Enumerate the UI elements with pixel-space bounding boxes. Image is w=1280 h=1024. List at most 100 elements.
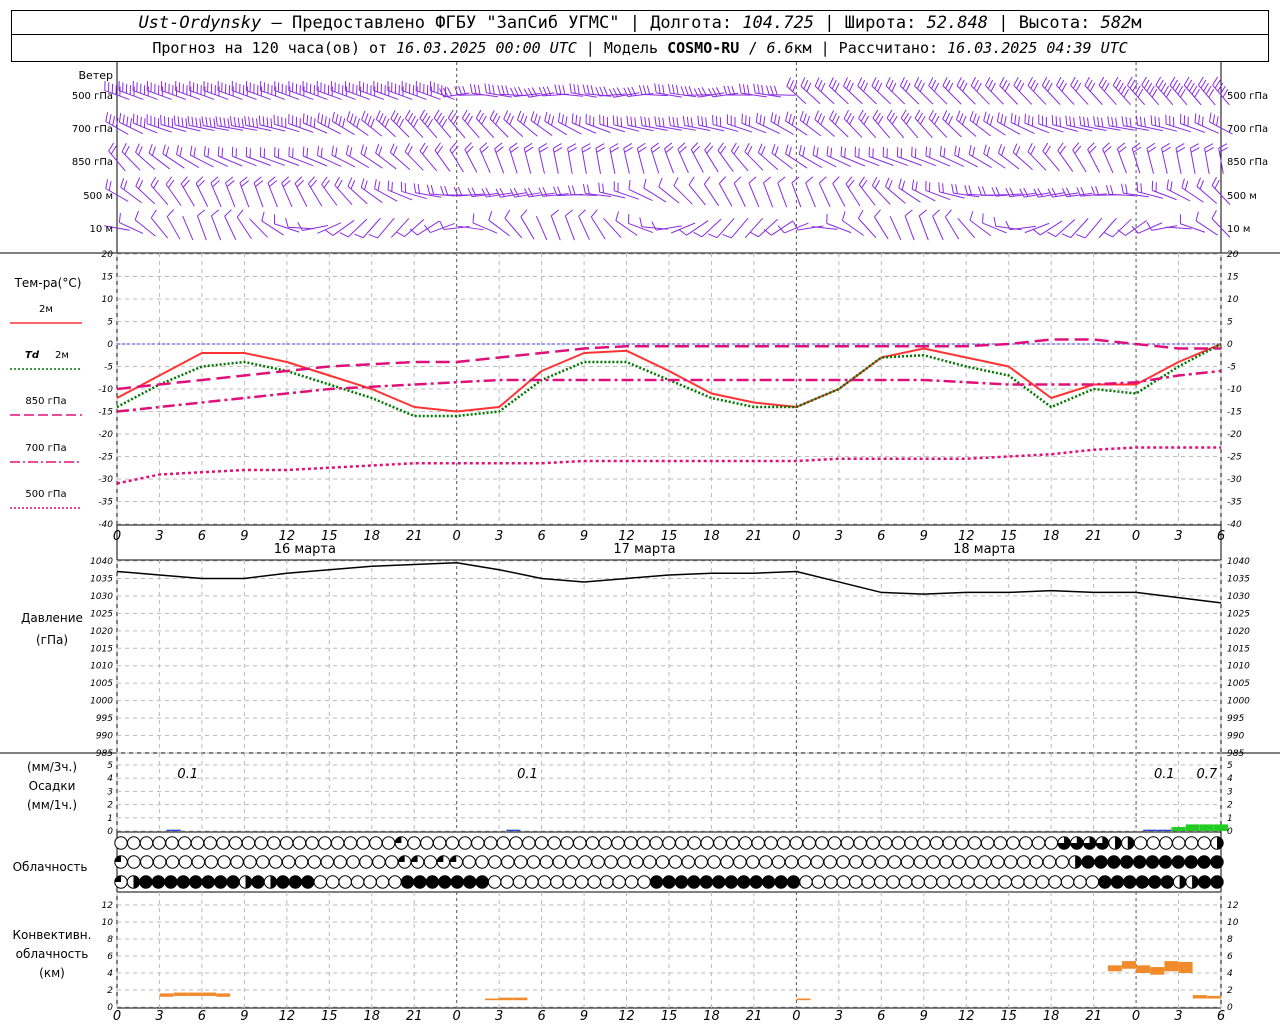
wind-barb-feather [1041, 76, 1048, 86]
wind-barb-feather [817, 80, 823, 90]
precip-bar [1171, 827, 1186, 831]
cloud-symbol [887, 855, 902, 869]
wind-barb-feather [489, 110, 495, 119]
cloud-symbol [1070, 836, 1084, 850]
cloud-symbol [799, 875, 813, 889]
precip-bar [1157, 829, 1172, 831]
wind-barb-feather [1091, 186, 1096, 196]
cloud-circle [978, 855, 992, 869]
cloud-circle [267, 836, 281, 850]
wind-barb-feather [226, 180, 235, 187]
cloud-symbol [1060, 875, 1075, 889]
conv-bar [1122, 961, 1136, 969]
cloud-circle [152, 855, 167, 869]
cloud-circle [1148, 875, 1162, 889]
wind-barb-feather [1098, 76, 1105, 86]
wind-barb-feather [1115, 79, 1122, 89]
wind-barb-feather [955, 184, 958, 194]
cloud-circle [562, 875, 577, 889]
wind-barb-feather [738, 83, 742, 94]
cloud-symbol [624, 875, 639, 889]
wind-barb-feather [240, 180, 250, 187]
cloud-symbol [712, 875, 726, 889]
cloud-symbol [687, 836, 702, 850]
wind-barb-feather [1129, 79, 1136, 89]
wind-barb [417, 220, 440, 236]
legend-label: 850 гПа [25, 396, 66, 407]
wind-barb-feather [553, 186, 558, 196]
wind-barb-feather [667, 83, 671, 94]
wind-barb-feather [874, 179, 881, 189]
wind-barb-feather [567, 143, 577, 149]
cloud-circle [776, 836, 791, 850]
cloud-circle [1073, 875, 1087, 889]
wind-barb-feather [929, 148, 931, 158]
cloud-circle [961, 875, 975, 889]
conv-bar [1107, 965, 1122, 972]
wind-barb-feather [969, 111, 974, 121]
wind-barb-feather [162, 144, 166, 154]
wind-barb-feather [886, 109, 893, 119]
wind-barb-feather [654, 116, 657, 126]
wind-barb-feather [899, 77, 905, 87]
wind-barb-feather [996, 112, 1000, 122]
wind-barb-feather [708, 233, 718, 239]
cloud-symbol [611, 836, 625, 850]
wind-barb-feather [148, 143, 153, 154]
wind-barb-feather [1033, 82, 1039, 92]
cloud-symbol [630, 855, 644, 869]
cloud-symbol [475, 875, 489, 889]
wind-barb-feather [1115, 117, 1118, 128]
wind-barb-feather [951, 183, 954, 194]
cloud-symbol [562, 875, 577, 889]
cloud-symbol [269, 855, 283, 869]
cloud-circle [746, 855, 760, 869]
cloud-circle [512, 875, 527, 889]
wind-barb-feather [477, 84, 481, 95]
wind-barb-feather [1194, 113, 1197, 123]
cloud-circle [612, 875, 626, 889]
hour-tick-label: 12 [958, 1009, 975, 1024]
cloud-symbol [281, 855, 296, 869]
cloud-circle [276, 875, 290, 889]
wind-barb [791, 182, 802, 208]
wind-barb-feather [634, 117, 637, 128]
cloud-symbol [114, 875, 128, 889]
wind-barb-feather [1175, 143, 1185, 149]
cloud-quarter [114, 855, 121, 862]
wind-barb-feather [1061, 233, 1071, 239]
cloud-symbol [534, 836, 549, 850]
wind-barb-feather [488, 84, 491, 94]
precip-bar [1185, 824, 1200, 831]
cloud-circle [1210, 855, 1224, 869]
cloud-symbol [241, 836, 256, 850]
wind-barb-feather [654, 83, 657, 93]
wind-barb-feather [973, 79, 979, 89]
cloud-symbol [1023, 875, 1037, 889]
wind-barb-feather [903, 112, 910, 122]
wind-barb-feather [450, 112, 457, 122]
prec-ytick: 0 [1227, 827, 1233, 837]
cloud-symbol [305, 836, 319, 850]
cloud-symbol [1184, 836, 1199, 850]
wind-barb-feather [582, 184, 586, 194]
cloud-symbol [1133, 836, 1148, 850]
wind-barb-feather [1055, 116, 1058, 126]
wind-barb-feather [986, 113, 990, 124]
cloud-circle [887, 855, 902, 869]
wind-barb-feather [1084, 76, 1090, 86]
cloud-quarter [395, 836, 402, 843]
cloud-circle [1160, 875, 1174, 889]
wind-barb-feather [956, 77, 962, 86]
wind-barb-feather [820, 82, 826, 92]
hour-tick-label: 6 [1217, 1009, 1225, 1024]
wind-barb-feather [1198, 76, 1204, 86]
wind-barb-feather [495, 146, 504, 153]
wind-barb-feather [945, 209, 952, 218]
wind-barb-feather [1027, 143, 1033, 152]
cloud-circle [1197, 836, 1211, 850]
cloud-symbol [784, 855, 799, 869]
precip-unit-1h: (мм/1ч.) [27, 798, 77, 812]
wind-barb-feather [430, 184, 435, 195]
pres-ytick: 1015 [1227, 644, 1250, 654]
